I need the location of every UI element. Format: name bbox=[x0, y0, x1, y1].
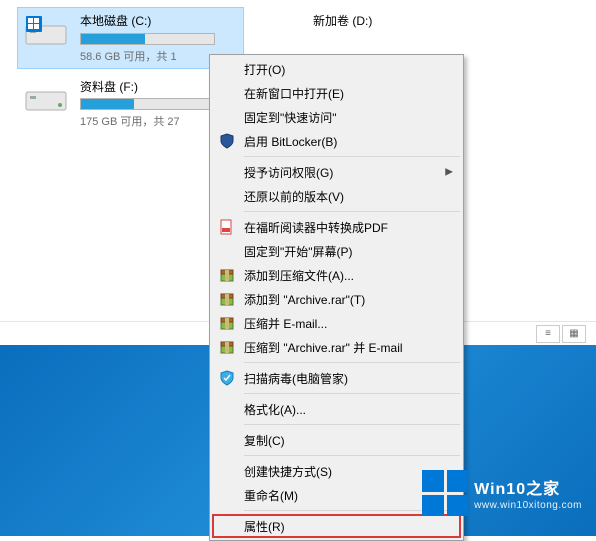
archive-icon bbox=[218, 290, 236, 308]
menu-bitlocker[interactable]: 启用 BitLocker(B) bbox=[212, 129, 461, 153]
menu-copy[interactable]: 复制(C) bbox=[212, 428, 461, 452]
menu-scan-virus[interactable]: 扫描病毒(电脑管家) bbox=[212, 366, 461, 390]
menu-format[interactable]: 格式化(A)... bbox=[212, 397, 461, 421]
chevron-right-icon: ▶ bbox=[445, 167, 453, 178]
menu-zip-add[interactable]: 添加到压缩文件(A)... bbox=[212, 263, 461, 287]
drive-capacity-bar bbox=[80, 98, 215, 110]
watermark-url: www.win10xitong.com bbox=[474, 500, 582, 511]
drive-name: 本地磁盘 (C:) bbox=[80, 14, 237, 30]
menu-open[interactable]: 打开(O) bbox=[212, 57, 461, 81]
menu-properties[interactable]: 属性(R) bbox=[212, 514, 461, 538]
shield-icon bbox=[218, 132, 236, 150]
context-menu: 打开(O) 在新窗口中打开(E) 固定到"快速访问" 启用 BitLocker(… bbox=[209, 54, 464, 541]
menu-restore-previous[interactable]: 还原以前的版本(V) bbox=[212, 184, 461, 208]
menu-open-new-window[interactable]: 在新窗口中打开(E) bbox=[212, 81, 461, 105]
menu-pin-start[interactable]: 固定到"开始"屏幕(P) bbox=[212, 239, 461, 263]
menu-zip-email[interactable]: 压缩并 E-mail... bbox=[212, 311, 461, 335]
menu-zip-archive-email[interactable]: 压缩到 "Archive.rar" 并 E-mail bbox=[212, 335, 461, 359]
archive-icon bbox=[218, 314, 236, 332]
watermark-brand: Win10 bbox=[474, 481, 526, 498]
watermark: Win10之家 www.win10xitong.com bbox=[422, 470, 582, 516]
menu-foxit-pdf[interactable]: 在福昕阅读器中转换成PDF bbox=[212, 215, 461, 239]
menu-grant-access[interactable]: 授予访问权限(G)▶ bbox=[212, 160, 461, 184]
pdf-icon bbox=[218, 218, 236, 236]
drive-name: 新加卷 (D:) bbox=[313, 14, 522, 30]
menu-pin-quick-access[interactable]: 固定到"快速访问" bbox=[212, 105, 461, 129]
drive-capacity-bar bbox=[80, 33, 215, 45]
scan-icon bbox=[218, 369, 236, 387]
view-details-button[interactable]: ≡ bbox=[536, 325, 560, 343]
view-icons-button[interactable]: ▦ bbox=[562, 325, 586, 343]
menu-zip-archive[interactable]: 添加到 "Archive.rar"(T) bbox=[212, 287, 461, 311]
drive-icon bbox=[24, 78, 70, 118]
watermark-suffix: 之家 bbox=[526, 481, 560, 498]
windows-logo-icon bbox=[422, 470, 468, 516]
archive-icon bbox=[218, 266, 236, 284]
archive-icon bbox=[218, 338, 236, 356]
drive-icon bbox=[24, 12, 70, 52]
